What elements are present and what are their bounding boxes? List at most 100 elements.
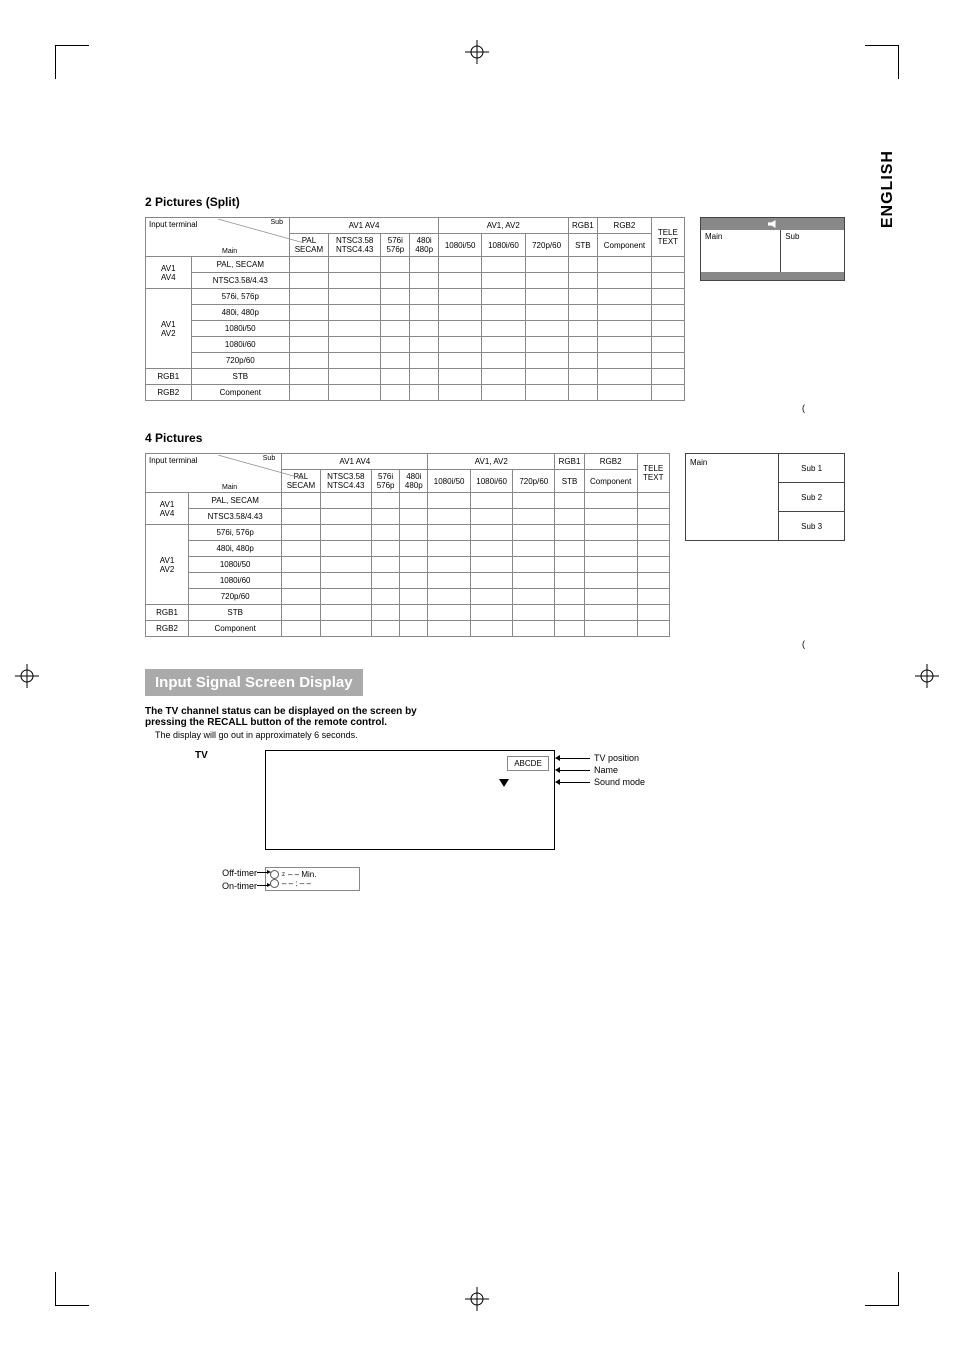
preview-sub1: Sub 1: [779, 454, 844, 483]
preview-sub: Sub: [781, 230, 844, 272]
tv-screen-box: ABCDE: [265, 750, 555, 850]
sub-label: Sub: [263, 455, 275, 462]
registration-mark: [465, 40, 489, 64]
col-header: 720p/60: [525, 234, 568, 257]
four-pictures-table: Input terminal Sub Main AV1 AV4 AV1, AV2…: [145, 453, 670, 637]
label-ontimer: On-timer: [185, 880, 257, 893]
row-label: PAL, SECAM: [189, 493, 282, 509]
crop-mark: [55, 1272, 89, 1306]
row-label: NTSC3.58/4.43: [191, 273, 289, 289]
crop-mark: [55, 45, 89, 79]
col-header: NTSC3.58 NTSC4.43: [328, 234, 381, 257]
col-header: 576i 576p: [381, 234, 410, 257]
row-label: 1080i/60: [191, 337, 289, 353]
registration-mark: [15, 664, 39, 688]
input-terminal-label: Input terminal: [149, 220, 197, 229]
desc-line2: pressing the RECALL button of the remote…: [145, 717, 845, 728]
paren-mark: (: [145, 639, 845, 649]
callout-labels: TV position Name Sound mode: [560, 753, 645, 789]
row-label: RGB1: [146, 605, 189, 621]
col-header: 480i 480p: [410, 234, 439, 257]
registration-mark: [465, 1287, 489, 1311]
desc-line1: The TV channel status can be displayed o…: [145, 706, 845, 717]
clock-icon: [270, 879, 279, 888]
sub-label: Sub: [271, 219, 283, 226]
col-header: 576i 576p: [371, 470, 399, 493]
preview-main: Main: [701, 230, 781, 272]
timer-time: – – : – –: [282, 879, 311, 888]
row-label: RGB2: [146, 385, 192, 401]
col-header: AV1, AV2: [439, 218, 568, 234]
col-header: RGB2: [584, 454, 637, 470]
timer-box: z– – Min. – – : – –: [265, 867, 360, 891]
position-box: ABCDE: [507, 756, 549, 771]
col-header: NTSC3.58 NTSC4.43: [320, 470, 371, 493]
row-label: PAL, SECAM: [191, 257, 289, 273]
row-label: 480i, 480p: [191, 305, 289, 321]
four-preview: Main Sub 1 Sub 2 Sub 3: [685, 453, 845, 541]
row-label: STB: [191, 369, 289, 385]
col-header: TELE TEXT: [651, 218, 684, 257]
section-heading-split: 2 Pictures (Split): [145, 195, 845, 209]
row-group: AV1 AV4: [146, 493, 189, 525]
label-name: Name: [594, 765, 618, 775]
col-header: STB: [555, 470, 585, 493]
timer-min: – – Min.: [288, 870, 316, 879]
label-tvposition: TV position: [594, 753, 639, 763]
col-header: RGB1: [568, 218, 598, 234]
registration-mark: [915, 664, 939, 688]
col-header: RGB1: [555, 454, 585, 470]
row-group: AV1 AV2: [146, 525, 189, 605]
crop-mark: [865, 45, 899, 79]
row-label: NTSC3.58/4.43: [189, 509, 282, 525]
col-header: AV1, AV2: [428, 454, 555, 470]
col-header: TELE TEXT: [637, 454, 669, 493]
col-header: 480i 480p: [400, 470, 428, 493]
col-header: RGB2: [598, 218, 651, 234]
row-label: RGB1: [146, 369, 192, 385]
preview-sub2: Sub 2: [779, 483, 844, 512]
crop-mark: [865, 1272, 899, 1306]
tv-diagram: TV ABCDE TV position Name Sound mode Off…: [195, 750, 695, 920]
col-header: 1080i/60: [470, 470, 512, 493]
row-label: 480i, 480p: [189, 541, 282, 557]
preview-main: Main: [686, 454, 779, 540]
row-label: Component: [191, 385, 289, 401]
tv-label: TV: [195, 750, 208, 761]
main-label: Main: [222, 248, 237, 255]
col-header: 720p/60: [513, 470, 555, 493]
row-label: STB: [189, 605, 282, 621]
timer-labels: Off-timer On-timer: [185, 867, 257, 893]
row-label: RGB2: [146, 621, 189, 637]
col-header: AV1 AV4: [289, 218, 438, 234]
col-header: 1080i/60: [482, 234, 525, 257]
clock-icon: [270, 870, 279, 879]
col-header: Component: [584, 470, 637, 493]
speaker-icon: [768, 220, 778, 228]
row-label: 576i, 576p: [189, 525, 282, 541]
split-preview: Main Sub: [700, 217, 845, 281]
preview-sub3: Sub 3: [779, 512, 844, 540]
row-label: 576i, 576p: [191, 289, 289, 305]
chevron-down-icon: [499, 779, 509, 787]
main-label: Main: [222, 484, 237, 491]
col-header: Component: [598, 234, 651, 257]
row-label: 1080i/60: [189, 573, 282, 589]
row-group: AV1 AV2: [146, 289, 192, 369]
language-label: ENGLISH: [879, 150, 897, 228]
input-terminal-label: Input terminal: [149, 456, 197, 465]
row-label: 1080i/50: [189, 557, 282, 573]
section-heading-4pictures: 4 Pictures: [145, 431, 845, 445]
row-label: 720p/60: [191, 353, 289, 369]
paren-mark: (: [145, 403, 845, 413]
col-header: STB: [568, 234, 598, 257]
row-label: 720p/60: [189, 589, 282, 605]
desc-line3: The display will go out in approximately…: [155, 730, 845, 740]
row-group: AV1 AV4: [146, 257, 192, 289]
label-offtimer: Off-timer: [185, 867, 257, 880]
row-label: 1080i/50: [191, 321, 289, 337]
col-header: 1080i/50: [428, 470, 470, 493]
col-header: 1080i/50: [439, 234, 482, 257]
split-table: Input terminal Sub Main AV1 AV4 AV1, AV2…: [145, 217, 685, 401]
section-bar-input-signal: Input Signal Screen Display: [145, 669, 363, 696]
